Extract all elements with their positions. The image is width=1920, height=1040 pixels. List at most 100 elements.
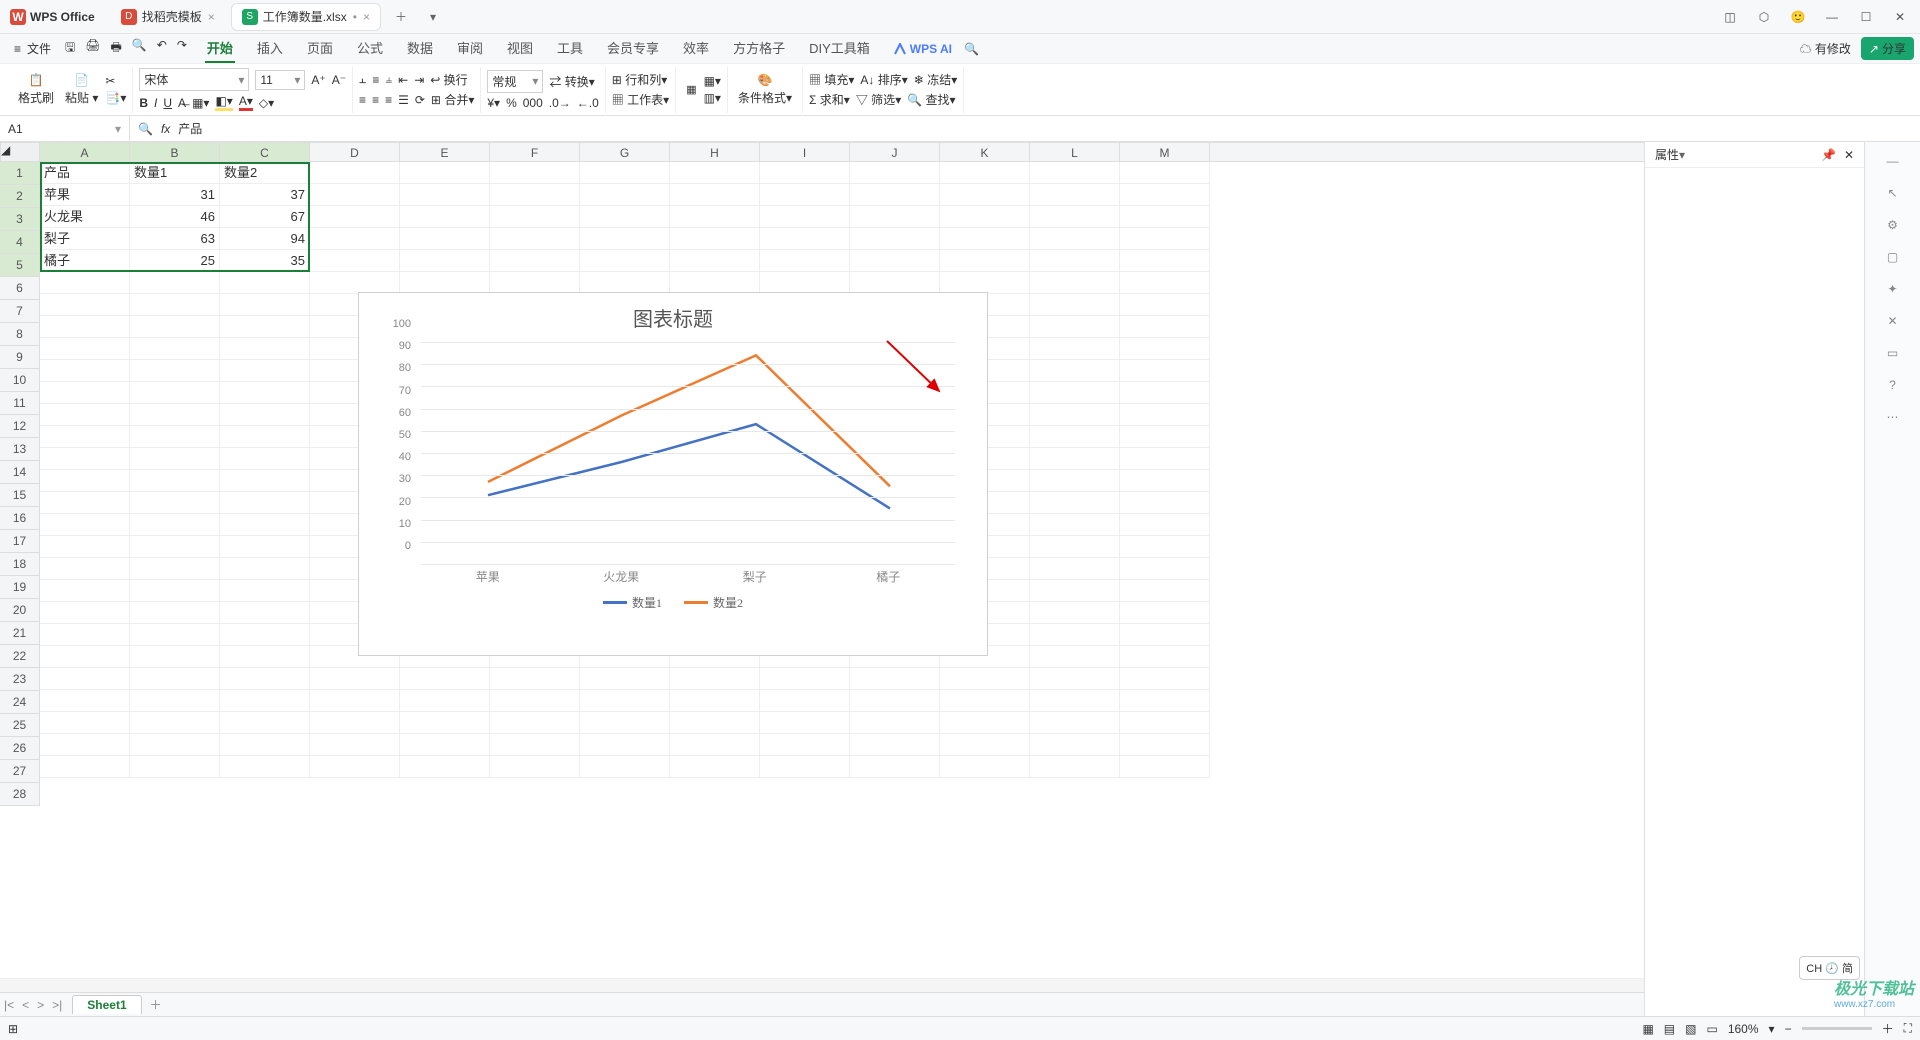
cut-icon[interactable]: ✂ (105, 74, 126, 88)
align-middle-icon[interactable]: ≡ (372, 73, 379, 87)
align-bottom-icon[interactable]: ⫨ (385, 72, 392, 87)
ribbon-tab[interactable]: 插入 (255, 34, 285, 63)
find-button[interactable]: 🔍 查找▾ (907, 91, 955, 108)
avatar-icon[interactable]: 🙂 (1788, 10, 1808, 24)
view-page-icon[interactable]: ▤ (1664, 1022, 1675, 1036)
new-tab-button[interactable]: ＋ (389, 5, 413, 29)
layer-icon[interactable]: ▢ (1887, 250, 1898, 264)
sum-button[interactable]: Σ 求和▾ (809, 91, 850, 108)
worksheet-button[interactable]: ▦ 工作表▾ (612, 91, 669, 108)
font-size-select[interactable]: 11▾ (255, 70, 305, 90)
ribbon-tab[interactable]: 数据 (405, 34, 435, 63)
formula-input[interactable]: 产品 (178, 120, 202, 137)
close-button[interactable]: ✕ (1890, 10, 1910, 24)
filter-button[interactable]: ▽ 筛选▾ (856, 91, 901, 108)
ribbon-tab[interactable]: 页面 (305, 34, 335, 63)
comma-icon[interactable]: 000 (523, 96, 543, 110)
hamburger-menu[interactable]: ≡ 文件 (6, 36, 59, 61)
wrap-text-button[interactable]: ↩ 换行 (430, 71, 467, 88)
cells[interactable]: 产品数量1数量2苹果3137火龙果4667梨子6394橘子2535 图表标题 0… (40, 162, 1850, 996)
ribbon-tab[interactable]: 效率 (681, 34, 711, 63)
paste-button[interactable]: 📄粘贴 ▾ (61, 73, 102, 106)
select-all-corner[interactable]: ◢ (0, 142, 40, 162)
dec-inc-icon[interactable]: .0→ (549, 96, 571, 110)
cell-style-icon[interactable]: ▦▾ (704, 74, 721, 88)
sparkle-icon[interactable]: ✦ (1887, 282, 1897, 296)
indent-dec-icon[interactable]: ⇤ (398, 73, 408, 87)
sheet-first-icon[interactable]: |< (0, 998, 18, 1012)
ribbon-tab[interactable]: 视图 (505, 34, 535, 63)
collapse-sidebar-icon[interactable]: — (1887, 154, 1899, 168)
view-normal-icon[interactable]: ▦ (1642, 1022, 1653, 1036)
help-icon[interactable]: ? (1889, 378, 1896, 392)
sheet-next-icon[interactable]: > (33, 998, 48, 1012)
increase-font-icon[interactable]: A⁺ (311, 73, 325, 87)
print-icon[interactable]: 🖶 (111, 38, 122, 59)
indent-inc-icon[interactable]: ⇥ (414, 73, 424, 87)
fx-icon[interactable]: fx (161, 122, 170, 136)
ribbon-tab[interactable]: 审阅 (455, 34, 485, 63)
window-layout-icon[interactable]: ◫ (1720, 10, 1740, 24)
format-painter-button[interactable]: 📋格式刷 (14, 73, 58, 106)
font-name-select[interactable]: 宋体▾ (139, 68, 249, 91)
row-headers[interactable]: 1234567891011121314151617181920212223242… (0, 162, 40, 806)
search-icon[interactable]: 🔍 (964, 42, 979, 56)
format-dropdown-icon[interactable]: ▥▾ (704, 91, 721, 105)
align-left-icon[interactable]: ≡ (359, 93, 366, 107)
export-icon[interactable]: 🖨 (85, 38, 100, 59)
document-tab[interactable]: S工作簿数量.xlsx•× (231, 3, 381, 31)
chart-title[interactable]: 图表标题 (359, 293, 987, 342)
sort-button[interactable]: A↓ 排序▾ (860, 71, 907, 88)
bold-button[interactable]: B (139, 96, 148, 110)
document-tab[interactable]: D找稻壳模板× (111, 3, 225, 31)
ribbon-tab[interactable]: 开始 (205, 34, 235, 63)
more-icon[interactable]: ⋯ (1887, 410, 1899, 424)
fullscreen-icon[interactable]: ⛶ (1904, 1021, 1912, 1036)
view-break-icon[interactable]: ▧ (1685, 1022, 1696, 1036)
zoom-in-button[interactable]: ＋ (1882, 1020, 1894, 1037)
status-mode-icon[interactable]: ⊞ (8, 1022, 18, 1036)
sheet-tab[interactable]: Sheet1 (72, 995, 141, 1014)
align-right-icon[interactable]: ≡ (385, 93, 392, 107)
decrease-font-icon[interactable]: A⁻ (332, 73, 346, 87)
spreadsheet-grid[interactable]: ◢ ABCDEFGHIJKLM 123456789101112131415161… (0, 142, 1864, 1016)
number-format-select[interactable]: 常规▾ (487, 70, 543, 93)
align-justify-icon[interactable]: ☰ (398, 93, 409, 107)
underline-button[interactable]: U (163, 96, 172, 110)
table-style-icon[interactable]: ▦ (682, 83, 700, 96)
preview-icon[interactable]: 🔍 (132, 38, 147, 59)
clear-format-icon[interactable]: ◇▾ (259, 96, 274, 110)
italic-button[interactable]: I (154, 96, 157, 110)
horizontal-scrollbar[interactable] (0, 978, 1850, 992)
row-col-button[interactable]: ⊞ 行和列▾ (612, 71, 667, 88)
chart-object[interactable]: 图表标题 0102030405060708090100 苹果火龙果梨子橘子 数量… (358, 292, 988, 656)
align-center-icon[interactable]: ≡ (372, 93, 379, 107)
sheet-last-icon[interactable]: >| (48, 998, 66, 1012)
maximize-button[interactable]: ☐ (1856, 10, 1876, 24)
percent-icon[interactable]: % (506, 96, 517, 110)
ribbon-tab[interactable]: 会员专享 (605, 34, 661, 63)
copy-icon[interactable]: 📑▾ (105, 91, 126, 105)
panel-close-icon[interactable]: ✕ (1844, 148, 1854, 162)
font-color-button[interactable]: A▾ (239, 94, 253, 111)
cloud-sync-status[interactable]: ☁ 有修改 (1800, 40, 1851, 57)
ribbon-tab[interactable]: 方方格子 (731, 34, 787, 63)
cube-icon[interactable]: ⬡ (1754, 10, 1774, 24)
wps-ai-button[interactable]: WPS AI (894, 42, 952, 56)
minimize-button[interactable]: — (1822, 10, 1842, 24)
undo-button[interactable]: ↶ (157, 38, 167, 59)
merge-button[interactable]: ⊞ 合并▾ (431, 91, 474, 108)
align-top-icon[interactable]: ⫠ (359, 72, 366, 87)
chart-legend[interactable]: 数量1数量2 (359, 588, 987, 611)
redo-button[interactable]: ↷ (177, 38, 187, 59)
tab-dropdown[interactable]: ▾ (421, 5, 445, 29)
ribbon-tab[interactable]: 工具 (555, 34, 585, 63)
pin-icon[interactable]: 📌 (1821, 148, 1836, 162)
freeze-button[interactable]: ❄ 冻结▾ (914, 71, 957, 88)
view-read-icon[interactable]: ▭ (1706, 1022, 1717, 1036)
cond-format-button[interactable]: 🎨条件格式▾ (734, 73, 796, 106)
dec-dec-icon[interactable]: ←.0 (577, 96, 599, 110)
zoom-level[interactable]: 160% (1728, 1022, 1759, 1036)
ribbon-tab[interactable]: DIY工具箱 (807, 34, 872, 63)
save-icon[interactable]: 🖫 (65, 38, 75, 59)
